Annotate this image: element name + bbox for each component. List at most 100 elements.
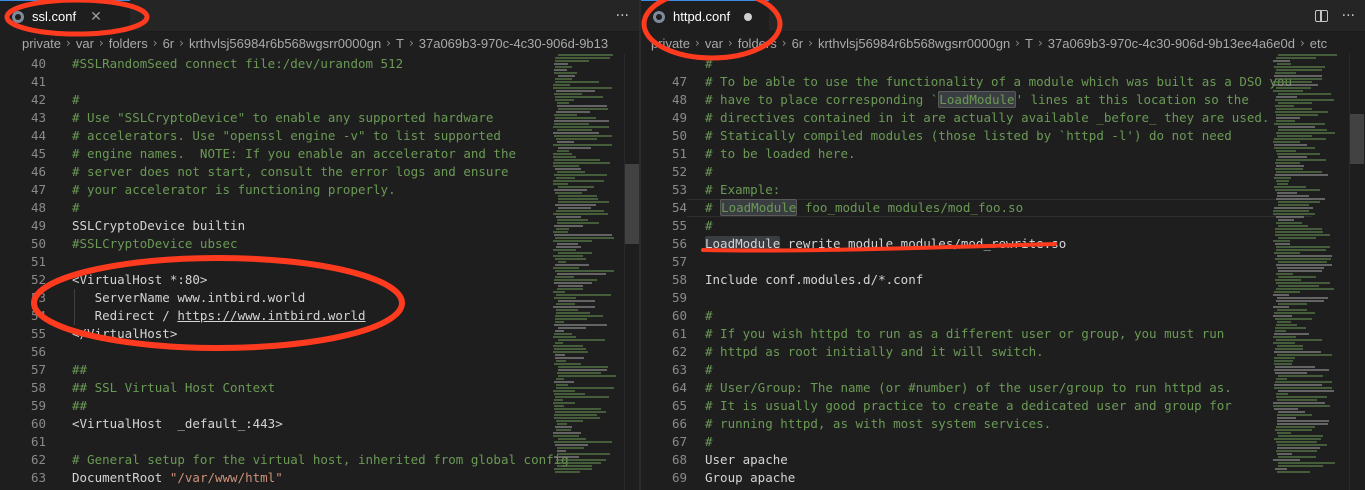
tab-ssl-conf[interactable]: ssl.conf ✕ bbox=[0, 0, 130, 32]
code-line[interactable]: ## SSL Virtual Host Context bbox=[72, 379, 275, 397]
code-line[interactable]: LoadModule rewrite_module modules/mod_re… bbox=[705, 235, 1066, 253]
minimap-line bbox=[554, 225, 583, 227]
minimap-line bbox=[555, 471, 580, 473]
code-line[interactable]: # your accelerator is functioning proper… bbox=[72, 181, 396, 199]
code-line[interactable]: Redirect / https://www.intbird.world bbox=[72, 307, 366, 325]
minimap-line bbox=[554, 63, 568, 65]
minimap-line bbox=[1274, 291, 1300, 293]
minimap-line bbox=[1273, 81, 1312, 83]
minimap-line bbox=[558, 438, 586, 440]
breadcrumb-segment[interactable]: folders bbox=[109, 36, 148, 51]
code-line[interactable]: #SSLCryptoDevice ubsec bbox=[72, 235, 238, 253]
vertical-scrollbar[interactable] bbox=[624, 54, 639, 490]
code-line[interactable]: # bbox=[705, 307, 713, 325]
code-comment: ## bbox=[72, 362, 88, 377]
code-comment: ## SSL Virtual Host Context bbox=[72, 380, 276, 395]
code-comment: ' lines at this location so the bbox=[1015, 92, 1249, 107]
code-line[interactable]: # have to place corresponding `LoadModul… bbox=[705, 91, 1249, 109]
code-line[interactable]: Group apache bbox=[705, 469, 795, 487]
breadcrumb-segment[interactable]: krthvlsj56984r6b568wgsrr0000gn bbox=[818, 36, 1010, 51]
vertical-scrollbar[interactable] bbox=[1349, 54, 1364, 490]
code-editor[interactable]: #47 # To be able to use the functionality… bbox=[641, 54, 1365, 490]
code-line[interactable]: # bbox=[705, 55, 713, 73]
code-line[interactable]: # engine names. NOTE: If you enable an a… bbox=[72, 145, 516, 163]
code-line[interactable]: # accelerators. Use "openssl engine -v" … bbox=[72, 127, 501, 145]
breadcrumb-segment[interactable]: private bbox=[22, 36, 61, 51]
minimap-line bbox=[554, 399, 563, 401]
minimap-line bbox=[1274, 186, 1306, 188]
scroll-thumb[interactable] bbox=[625, 164, 639, 244]
code-line[interactable]: <VirtualHost *:80> bbox=[72, 271, 207, 289]
close-icon[interactable]: ✕ bbox=[90, 9, 102, 25]
breadcrumb-segment[interactable]: etc bbox=[1310, 36, 1327, 51]
code-line[interactable]: # If you wish httpd to run as a differen… bbox=[705, 325, 1224, 343]
breadcrumb-segment[interactable]: 37a069b3-970c-4c30-906d-9b13 bbox=[419, 36, 608, 51]
code-comment: # Use "SSLCryptoDevice" to enable any su… bbox=[72, 110, 494, 125]
breadcrumb-segment[interactable]: krthvlsj56984r6b568wgsrr0000gn bbox=[189, 36, 381, 51]
minimap-line bbox=[556, 216, 581, 218]
code-line[interactable]: # It is usually good practice to create … bbox=[705, 397, 1232, 415]
breadcrumb-segment[interactable]: folders bbox=[738, 36, 777, 51]
minimap-line bbox=[558, 108, 608, 110]
breadcrumb-segment[interactable]: var bbox=[705, 36, 723, 51]
minimap-line bbox=[558, 54, 613, 56]
breadcrumb-segment[interactable]: var bbox=[76, 36, 94, 51]
code-line[interactable]: # Statically compiled modules (those lis… bbox=[705, 127, 1232, 145]
code-line[interactable]: # bbox=[72, 91, 80, 109]
code-line[interactable]: # Use "SSLCryptoDevice" to enable any su… bbox=[72, 109, 493, 127]
code-line[interactable]: Include conf.modules.d/*.conf bbox=[705, 271, 923, 289]
code-line[interactable]: User apache bbox=[705, 451, 788, 469]
code-line[interactable]: # bbox=[72, 199, 80, 217]
code-line[interactable]: # Example: bbox=[705, 181, 780, 199]
code-line[interactable]: # bbox=[705, 163, 713, 181]
split-editor-icon[interactable] bbox=[1314, 10, 1328, 22]
scroll-thumb[interactable] bbox=[1350, 114, 1364, 164]
breadcrumb-segment[interactable]: T bbox=[396, 36, 404, 51]
code-line[interactable]: # User/Group: The name (or #number) of t… bbox=[705, 379, 1232, 397]
code-line[interactable]: # httpd as root initially and it will sw… bbox=[705, 343, 1044, 361]
minimap-line bbox=[554, 333, 572, 335]
minimap-line bbox=[558, 207, 591, 209]
minimap-line bbox=[1278, 465, 1323, 467]
line-number: 60 bbox=[30, 416, 46, 431]
breadcrumb-segment[interactable]: 37a069b3-970c-4c30-906d-9b13ee4a6e0d bbox=[1048, 36, 1295, 51]
more-actions-icon[interactable]: ··· bbox=[616, 8, 629, 24]
minimap-line bbox=[555, 462, 601, 464]
minimap-line bbox=[557, 372, 601, 374]
code-line[interactable]: # To be able to use the functionality of… bbox=[705, 73, 1292, 91]
code-line[interactable]: ## bbox=[72, 361, 87, 379]
code-line[interactable]: </VirtualHost> bbox=[72, 325, 177, 343]
line-number: 57 bbox=[30, 362, 46, 377]
code-line[interactable]: # General setup for the virtual host, in… bbox=[72, 451, 569, 469]
minimap[interactable] bbox=[1273, 54, 1343, 490]
more-actions-icon[interactable]: ··· bbox=[1342, 8, 1355, 24]
code-line[interactable]: DocumentRoot "/var/www/html" bbox=[72, 469, 283, 487]
breadcrumb-segment[interactable]: T bbox=[1025, 36, 1033, 51]
code-line[interactable]: # running httpd, as with most system ser… bbox=[705, 415, 1051, 433]
code-line[interactable]: # server does not start, consult the err… bbox=[72, 163, 509, 181]
code-line[interactable]: ServerName www.intbird.world bbox=[72, 289, 306, 307]
line-number: 49 bbox=[30, 218, 46, 233]
breadcrumb-segment[interactable]: 6r bbox=[792, 36, 804, 51]
tab-httpd-conf[interactable]: httpd.conf bbox=[641, 0, 769, 32]
minimap-line bbox=[1276, 108, 1312, 110]
breadcrumb-segment[interactable]: 6r bbox=[163, 36, 175, 51]
code-line[interactable]: <VirtualHost _default_:443> bbox=[72, 415, 283, 433]
code-line[interactable]: # bbox=[705, 217, 713, 235]
code-line[interactable]: # LoadModule foo_module modules/mod_foo.… bbox=[705, 199, 1023, 217]
code-editor[interactable]: 40 #SSLRandomSeed connect file:/dev/urand… bbox=[0, 54, 639, 490]
code-line[interactable]: # bbox=[705, 361, 713, 379]
breadcrumb-segment[interactable]: private bbox=[651, 36, 690, 51]
code-line[interactable]: #SSLRandomSeed connect file:/dev/urandom… bbox=[72, 55, 403, 73]
code-line[interactable]: # directives contained in it are actuall… bbox=[705, 109, 1269, 127]
code-line[interactable]: SSLCryptoDevice builtin bbox=[72, 217, 245, 235]
minimap-line bbox=[1278, 261, 1327, 263]
minimap-line bbox=[558, 195, 597, 197]
unsaved-dot-icon[interactable] bbox=[744, 12, 753, 21]
code-line[interactable]: # to be loaded here. bbox=[705, 145, 856, 163]
code-line[interactable]: # bbox=[705, 433, 713, 451]
minimap-line bbox=[1275, 168, 1303, 170]
line-number: 47 bbox=[30, 182, 46, 197]
code-line[interactable]: ## bbox=[72, 397, 87, 415]
minimap[interactable] bbox=[553, 54, 623, 490]
